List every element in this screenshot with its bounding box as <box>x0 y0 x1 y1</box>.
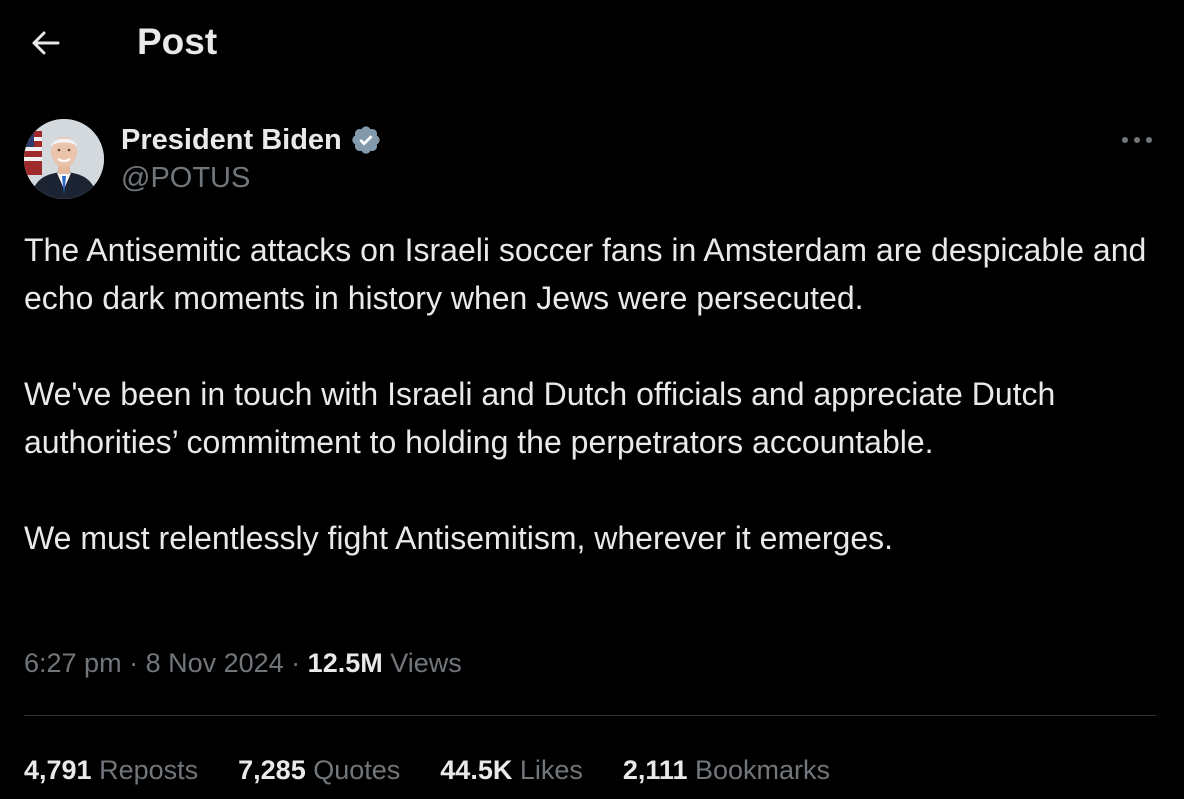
arrow-left-icon <box>32 31 60 55</box>
bookmarks-stat[interactable]: 2,111 Bookmarks <box>623 755 830 786</box>
likes-label: Likes <box>512 754 583 785</box>
quotes-label: Quotes <box>305 754 401 785</box>
reposts-count: 4,791 <box>24 754 92 785</box>
more-options-button[interactable] <box>1117 124 1157 156</box>
reposts-label: Reposts <box>91 754 199 785</box>
tweet-paragraph: We must relentlessly fight Antisemitism,… <box>24 520 894 556</box>
reposts-stat[interactable]: 4,791 Reposts <box>24 755 198 786</box>
meta-separator: · <box>283 648 308 678</box>
tweet-text: The Antisemitic attacks on Israeli socce… <box>24 226 1164 562</box>
quotes-stat[interactable]: 7,285 Quotes <box>238 755 400 786</box>
tweet-meta: 6:27 pm · 8 Nov 2024 · 12.5M Views <box>24 643 462 683</box>
bookmarks-count: 2,111 <box>622 754 688 785</box>
more-horizontal-icon <box>1122 137 1152 143</box>
meta-separator: · <box>121 648 146 678</box>
author-name-row: President Biden <box>121 120 382 160</box>
top-bar: Post <box>0 0 1184 86</box>
avatar-portrait <box>24 119 104 199</box>
views-count[interactable]: 12.5M <box>308 648 383 678</box>
author-name[interactable]: President Biden <box>121 124 342 157</box>
tweet-paragraph: We've been in touch with Israeli and Dut… <box>24 376 1056 460</box>
back-button[interactable] <box>26 26 64 60</box>
views-label: Views <box>382 648 462 678</box>
tweet-paragraph: The Antisemitic attacks on Israeli socce… <box>24 232 1147 316</box>
likes-stat[interactable]: 44.5K Likes <box>440 755 583 786</box>
tweet-date[interactable]: 8 Nov 2024 <box>146 648 284 678</box>
page-title: Post <box>137 21 218 62</box>
likes-count: 44.5K <box>440 754 513 785</box>
tweet-time[interactable]: 6:27 pm <box>24 648 122 678</box>
verified-badge-icon <box>352 126 380 154</box>
quotes-count: 7,285 <box>238 754 306 785</box>
avatar[interactable] <box>24 119 104 199</box>
author-handle[interactable]: @POTUS <box>121 160 250 196</box>
bookmarks-label: Bookmarks <box>687 754 831 785</box>
divider <box>24 715 1156 716</box>
engagement-stats: 4,791 Reposts 7,285 Quotes 44.5K Likes 2… <box>24 750 870 790</box>
